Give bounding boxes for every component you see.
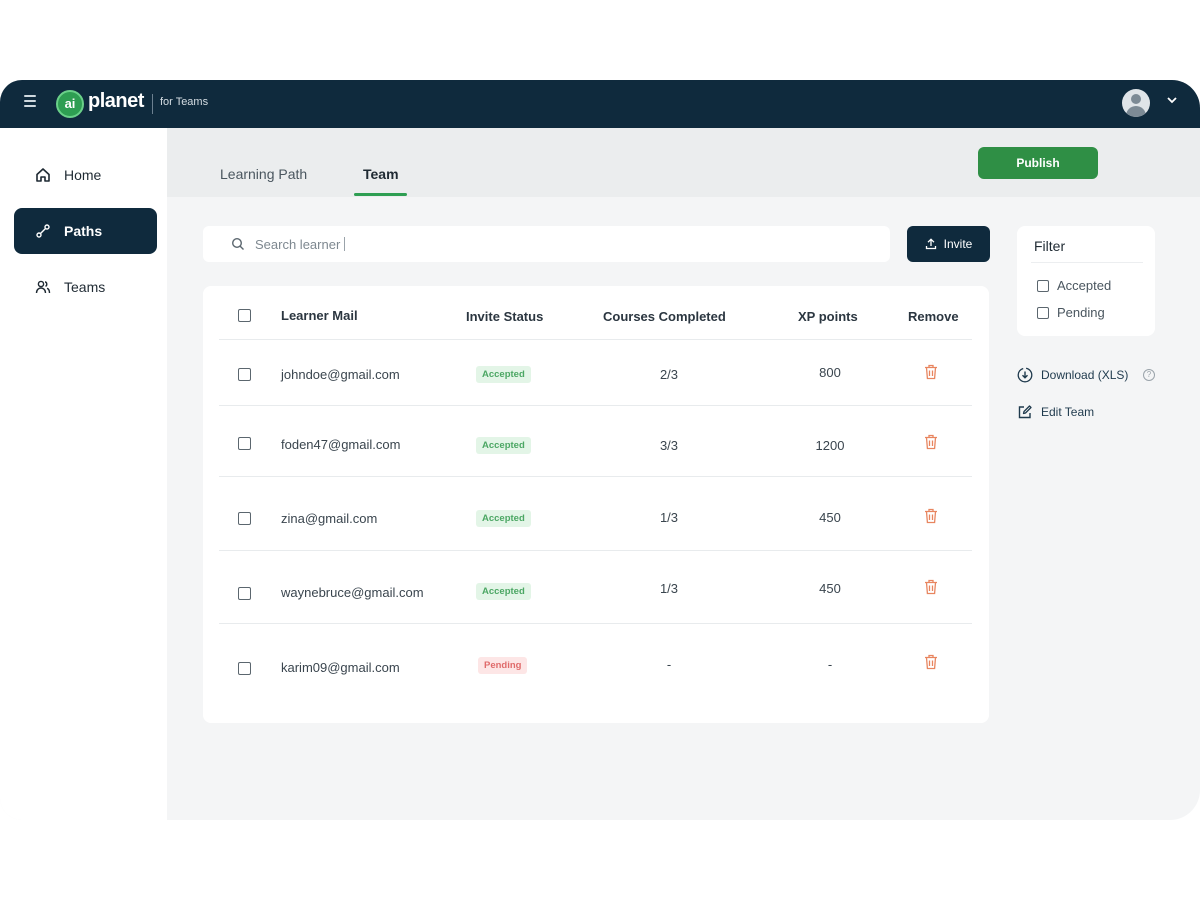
header-invite-status: Invite Status [466,309,544,324]
logo-subtitle: for Teams [160,96,209,108]
learner-mail: zina@gmail.com [281,511,378,526]
filter-checkbox[interactable] [1037,279,1049,292]
logo-mark: ai [56,90,84,118]
teams-icon [34,278,52,296]
tab-learning-path[interactable]: Learning Path [220,166,307,182]
text-caret [344,237,346,251]
xp-points: 450 [819,581,841,596]
learner-mail: foden47@gmail.com [281,437,401,452]
courses-completed: 3/3 [659,438,679,453]
download-label: Download (XLS) [1041,368,1129,382]
tab-team[interactable]: Team [363,166,399,182]
invite-label: Invite [943,237,973,251]
home-icon [34,166,52,184]
edit-team-label: Edit Team [1041,405,1095,419]
download-icon [1017,367,1033,383]
xp-points: 1200 [815,438,845,453]
filter-option-pending[interactable]: Pending [1037,305,1105,320]
courses-completed: 1/3 [659,581,679,596]
active-tab-indicator [354,193,407,196]
xp-points: - [827,657,833,672]
sidebar-item-label: Home [64,167,102,183]
chevron-down-icon[interactable] [1167,95,1177,105]
sidebar-item-paths[interactable]: Paths [14,208,157,254]
learner-mail: waynebruce@gmail.com [281,585,424,600]
trash-icon[interactable] [924,654,938,670]
sidebar-item-label: Teams [64,279,106,295]
status-badge: Pending [478,657,528,674]
filter-title: Filter [1034,238,1066,254]
row-checkbox[interactable] [238,662,251,675]
status-badge: Accepted [476,366,531,383]
app-window: ai planet for Teams Home Paths Teams Lea… [0,80,1200,820]
tabs-bar: Learning Path Team Publish [167,128,1200,197]
trash-icon[interactable] [924,364,938,380]
status-badge: Accepted [476,437,531,454]
avatar[interactable] [1122,89,1150,117]
divider [219,405,972,406]
courses-completed: 1/3 [659,510,679,525]
learner-mail: johndoe@gmail.com [281,367,400,382]
path-icon [34,222,52,240]
learner-mail: karim09@gmail.com [281,660,400,675]
divider [219,623,972,624]
edit-icon [1018,405,1032,419]
logo-divider [152,94,153,114]
xp-points: 450 [819,510,841,525]
status-badge: Accepted [476,583,531,600]
courses-completed: - [666,657,672,672]
divider [219,550,972,551]
filter-checkbox[interactable] [1037,306,1049,319]
filter-option-label: Pending [1057,305,1105,320]
filter-panel: Filter Accepted Pending [1017,226,1155,336]
divider [219,339,972,340]
help-icon[interactable]: ? [1143,369,1155,381]
download-xls-link[interactable]: Download (XLS) [1017,367,1128,383]
header-courses-completed: Courses Completed [603,309,726,324]
row-checkbox[interactable] [238,512,251,525]
divider [1031,262,1143,263]
search-input[interactable]: Search learner [203,226,890,262]
invite-button[interactable]: Invite [907,226,990,262]
filter-option-label: Accepted [1057,278,1112,293]
sidebar-item-home[interactable]: Home [14,152,157,198]
courses-completed: 2/3 [659,367,679,382]
learners-table: Learner Mail Invite Status Courses Compl… [203,286,989,723]
publish-button[interactable]: Publish [978,147,1098,179]
search-icon [231,237,244,250]
header-remove: Remove [908,309,959,324]
header-learner-mail: Learner Mail [281,308,358,323]
header-xp-points: XP points [798,309,858,324]
sidebar-item-teams[interactable]: Teams [14,264,157,310]
row-checkbox[interactable] [238,587,251,600]
sidebar-item-label: Paths [64,223,103,239]
menu-icon[interactable] [24,95,38,109]
trash-icon[interactable] [924,508,938,524]
search-placeholder: Search learner [255,236,341,252]
row-checkbox[interactable] [238,437,251,450]
filter-option-accepted[interactable]: Accepted [1037,278,1111,293]
status-badge: Accepted [476,510,531,527]
upload-icon [925,238,936,250]
xp-points: 800 [819,365,841,380]
trash-icon[interactable] [924,579,938,595]
logo-text: planet [88,90,144,112]
row-checkbox[interactable] [238,368,251,381]
edit-team-link[interactable]: Edit Team [1017,404,1094,420]
select-all-checkbox[interactable] [238,309,251,322]
sidebar: Home Paths Teams [0,128,167,820]
trash-icon[interactable] [924,434,938,450]
top-bar: ai planet for Teams [0,80,1200,128]
divider [219,476,972,477]
